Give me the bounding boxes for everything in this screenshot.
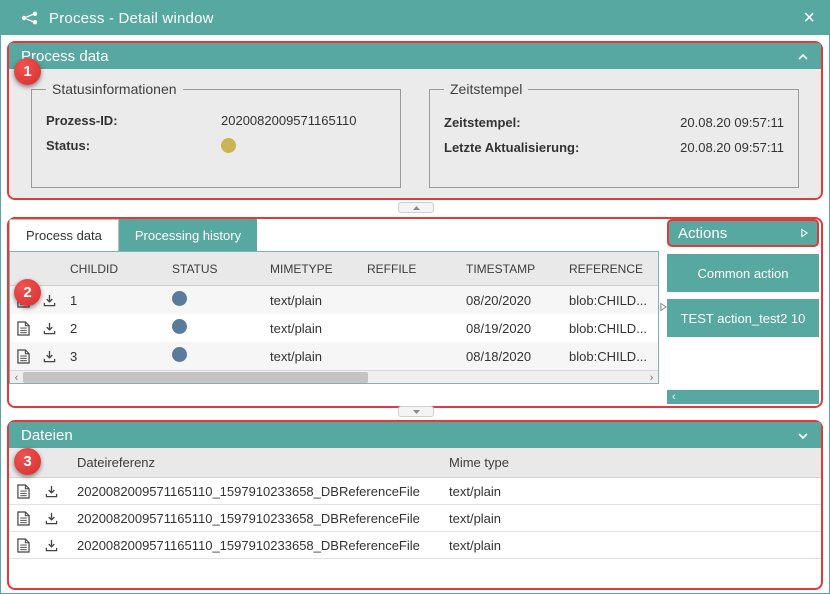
file-mime-type: text/plain <box>437 538 821 553</box>
process-data-panel: Process data Statusinformationen Prozess… <box>7 41 823 200</box>
tab-processing-history[interactable]: Processing history <box>119 219 257 251</box>
process-data-panel-header[interactable]: Process data <box>9 43 821 69</box>
download-icon[interactable] <box>37 485 65 498</box>
status-info-legend: Statusinformationen <box>46 81 183 97</box>
col-reference: REFERENCE <box>561 262 658 276</box>
col-reffile: REFFILE <box>359 262 458 276</box>
files-panel-header[interactable]: Dateien <box>9 422 821 448</box>
file-row[interactable]: 2020082009571165110_1597910233658_DBRefe… <box>9 505 821 532</box>
zeitstempel-label: Zeitstempel: <box>444 115 521 130</box>
cell-mimetype: text/plain <box>262 321 359 336</box>
col-childid: CHILDID <box>62 262 164 276</box>
files-panel-title: Dateien <box>21 427 73 444</box>
files-table-header: Dateireferenz Mime type <box>9 448 821 478</box>
cell-mimetype: text/plain <box>262 349 359 364</box>
file-reference: 2020082009571165110_1597910233658_DBRefe… <box>65 484 437 499</box>
cell-reference: blob:CHILD... <box>561 349 658 364</box>
timestamp-fieldset: Zeitstempel Zeitstempel: 20.08.20 09:57:… <box>429 81 799 188</box>
tab-process-data[interactable]: Process data <box>9 219 119 251</box>
scroll-left-icon[interactable]: ‹ <box>672 391 676 403</box>
status-indicator-yellow <box>221 138 236 153</box>
document-icon[interactable] <box>9 511 37 526</box>
cell-childid: 2 <box>62 321 164 336</box>
cell-timestamp: 08/19/2020 <box>458 321 561 336</box>
cell-status <box>164 291 262 309</box>
scrollbar-thumb[interactable] <box>23 372 368 383</box>
cell-timestamp: 08/20/2020 <box>458 293 561 308</box>
letzte-aktualisierung-value: 20.08.20 09:57:11 <box>680 140 784 155</box>
cell-childid: 1 <box>62 293 164 308</box>
status-label: Status: <box>46 138 221 153</box>
splitter-collapse-down-handle[interactable] <box>398 406 434 417</box>
cell-reference: blob:CHILD... <box>561 293 658 308</box>
file-row[interactable]: 2020082009571165110_1597910233658_DBRefe… <box>9 532 821 559</box>
file-reference: 2020082009571165110_1597910233658_DBRefe… <box>65 511 437 526</box>
col-mime-type: Mime type <box>437 455 821 470</box>
download-icon[interactable] <box>36 350 62 363</box>
letzte-aktualisierung-label: Letzte Aktualisierung: <box>444 140 579 155</box>
process-icon <box>21 11 39 25</box>
collapse-up-icon[interactable] <box>797 48 809 65</box>
cell-status <box>164 319 262 337</box>
cell-status <box>164 347 262 365</box>
child-table-row[interactable]: 2 text/plain 08/19/2020 blob:CHILD... <box>10 314 658 342</box>
child-table: CHILDID STATUS MIMETYPE REFFILE TIMESTAM… <box>9 251 659 384</box>
file-mime-type: text/plain <box>437 484 821 499</box>
file-mime-type: text/plain <box>437 511 821 526</box>
actions-panel-expander-icon[interactable] <box>660 299 667 317</box>
splitter-collapse-up-handle[interactable] <box>398 202 434 213</box>
child-table-row[interactable]: 3 text/plain 08/18/2020 blob:CHILD... <box>10 342 658 370</box>
test-action-button[interactable]: TEST action_test2 10 <box>667 299 819 337</box>
col-dateireferenz: Dateireferenz <box>65 455 437 470</box>
download-icon[interactable] <box>37 539 65 552</box>
actions-panel: Actions Common action TEST action_test2 … <box>667 219 819 404</box>
actions-scrollbar[interactable]: ‹ <box>667 390 819 404</box>
child-table-row[interactable]: 1 text/plain 08/20/2020 blob:CHILD... <box>10 286 658 314</box>
child-data-section: Process data Processing history CHILDID … <box>7 217 823 408</box>
download-icon[interactable] <box>37 512 65 525</box>
file-row[interactable]: 2020082009571165110_1597910233658_DBRefe… <box>9 478 821 505</box>
process-data-panel-body: Statusinformationen Prozess-ID: 20200820… <box>9 69 821 198</box>
zeitstempel-value: 20.08.20 09:57:11 <box>680 115 784 130</box>
col-timestamp: TIMESTAMP <box>458 262 561 276</box>
actions-panel-title: Actions <box>678 225 727 242</box>
file-reference: 2020082009571165110_1597910233658_DBRefe… <box>65 538 437 553</box>
window-titlebar: Process - Detail window × <box>1 1 829 35</box>
prozess-id-value: 2020082009571165110 <box>221 113 386 128</box>
prozess-id-label: Prozess-ID: <box>46 113 221 128</box>
close-icon[interactable]: × <box>803 8 815 28</box>
document-icon[interactable] <box>9 538 37 553</box>
status-indicator-blue <box>172 347 187 362</box>
col-status: STATUS <box>164 262 262 276</box>
horizontal-scrollbar[interactable]: ‹ › <box>10 370 658 383</box>
collapse-down-icon[interactable] <box>797 427 809 444</box>
process-detail-window: Process - Detail window × Process data S… <box>0 0 830 594</box>
status-info-fieldset: Statusinformationen Prozess-ID: 20200820… <box>31 81 401 188</box>
triangle-right-icon[interactable] <box>801 225 808 242</box>
scroll-left-icon[interactable]: ‹ <box>10 371 23 384</box>
cell-mimetype: text/plain <box>262 293 359 308</box>
annotation-badge-3: 3 <box>14 448 41 475</box>
status-indicator-blue <box>172 319 187 334</box>
document-icon[interactable] <box>9 484 37 499</box>
col-mimetype: MIMETYPE <box>262 262 359 276</box>
cell-reference: blob:CHILD... <box>561 321 658 336</box>
tab-bar: Process data Processing history <box>9 219 257 251</box>
download-icon[interactable] <box>36 322 62 335</box>
child-table-header: CHILDID STATUS MIMETYPE REFFILE TIMESTAM… <box>10 252 658 286</box>
common-action-button[interactable]: Common action <box>667 254 819 292</box>
document-icon[interactable] <box>10 321 36 336</box>
cell-timestamp: 08/18/2020 <box>458 349 561 364</box>
cell-childid: 3 <box>62 349 164 364</box>
actions-panel-header[interactable]: Actions <box>667 219 819 247</box>
scroll-right-icon[interactable]: › <box>645 371 658 384</box>
files-panel: Dateien Dateireferenz Mime type 20200820… <box>7 420 823 590</box>
annotation-badge-1: 1 <box>14 58 41 85</box>
annotation-badge-2: 2 <box>14 279 41 306</box>
window-title: Process - Detail window <box>49 10 214 27</box>
document-icon[interactable] <box>10 349 36 364</box>
status-indicator-blue <box>172 291 187 306</box>
timestamp-legend: Zeitstempel <box>444 81 528 97</box>
